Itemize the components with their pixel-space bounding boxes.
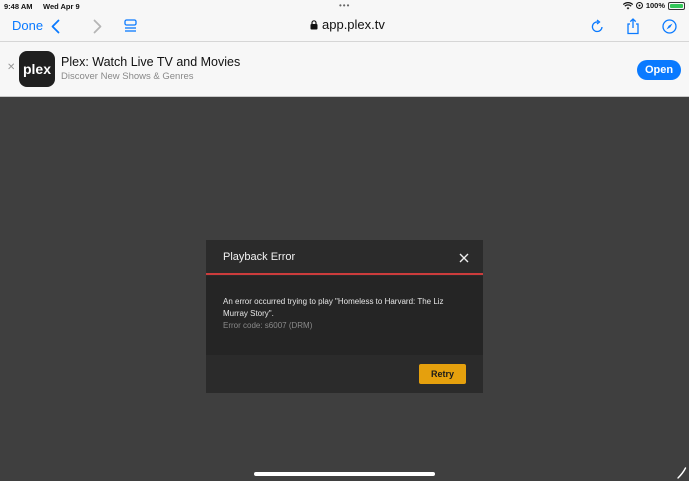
reload-icon <box>591 19 603 33</box>
playback-error-dialog: Playback Error An error occurred trying … <box>206 240 483 393</box>
error-code: Error code: s6007 (DRM) <box>223 321 313 330</box>
battery-percent: 100% <box>645 1 665 10</box>
chevron-right-icon <box>93 19 101 33</box>
smart-app-banner: ✕ plex Plex: Watch Live TV and Movies Di… <box>0 42 689 97</box>
scribble-icon <box>677 466 687 481</box>
tabs-overview-button[interactable] <box>122 15 138 37</box>
location-icon <box>635 2 643 9</box>
back-button[interactable] <box>48 15 62 37</box>
banner-app-title: Plex: Watch Live TV and Movies <box>61 55 241 69</box>
plex-app-icon: plex <box>19 51 55 87</box>
status-time: 9:48 AM <box>4 2 33 11</box>
status-right: 100% <box>622 1 685 10</box>
home-indicator[interactable] <box>254 472 435 476</box>
dialog-footer: Retry <box>206 355 483 393</box>
forward-button[interactable] <box>90 15 104 37</box>
status-date: Wed Apr 9 <box>43 2 80 11</box>
share-button[interactable] <box>624 15 642 37</box>
battery-icon <box>668 1 685 10</box>
retry-button[interactable]: Retry <box>419 364 466 384</box>
wifi-icon <box>622 1 633 9</box>
url-text: app.plex.tv <box>322 17 385 32</box>
dialog-title: Playback Error <box>223 251 296 263</box>
compass-button[interactable] <box>660 15 678 37</box>
plex-logo: plex <box>22 61 51 77</box>
open-app-button[interactable]: Open <box>637 60 681 80</box>
reload-button[interactable] <box>589 15 605 37</box>
dialog-body: An error occurred trying to play "Homele… <box>206 276 483 355</box>
error-message: An error occurred trying to play "Homele… <box>223 297 444 318</box>
status-bar: 9:48 AM Wed Apr 9 ••• 100% <box>0 0 689 13</box>
share-icon <box>627 17 639 34</box>
banner-close-button[interactable]: ✕ <box>7 62 15 73</box>
compass-icon <box>661 18 677 34</box>
done-button[interactable]: Done <box>12 18 43 33</box>
multitask-dots[interactable]: ••• <box>339 1 350 10</box>
lock-icon <box>310 19 318 29</box>
dialog-close-button[interactable] <box>459 250 469 268</box>
close-icon <box>459 253 469 263</box>
address-bar[interactable]: app.plex.tv <box>310 17 385 32</box>
browser-toolbar: Done app.plex.tv <box>0 13 689 42</box>
dialog-header: Playback Error <box>206 240 483 275</box>
sidebar-icon <box>123 19 137 32</box>
chevron-left-icon <box>51 19 59 33</box>
banner-subtitle: Discover New Shows & Genres <box>61 71 194 82</box>
